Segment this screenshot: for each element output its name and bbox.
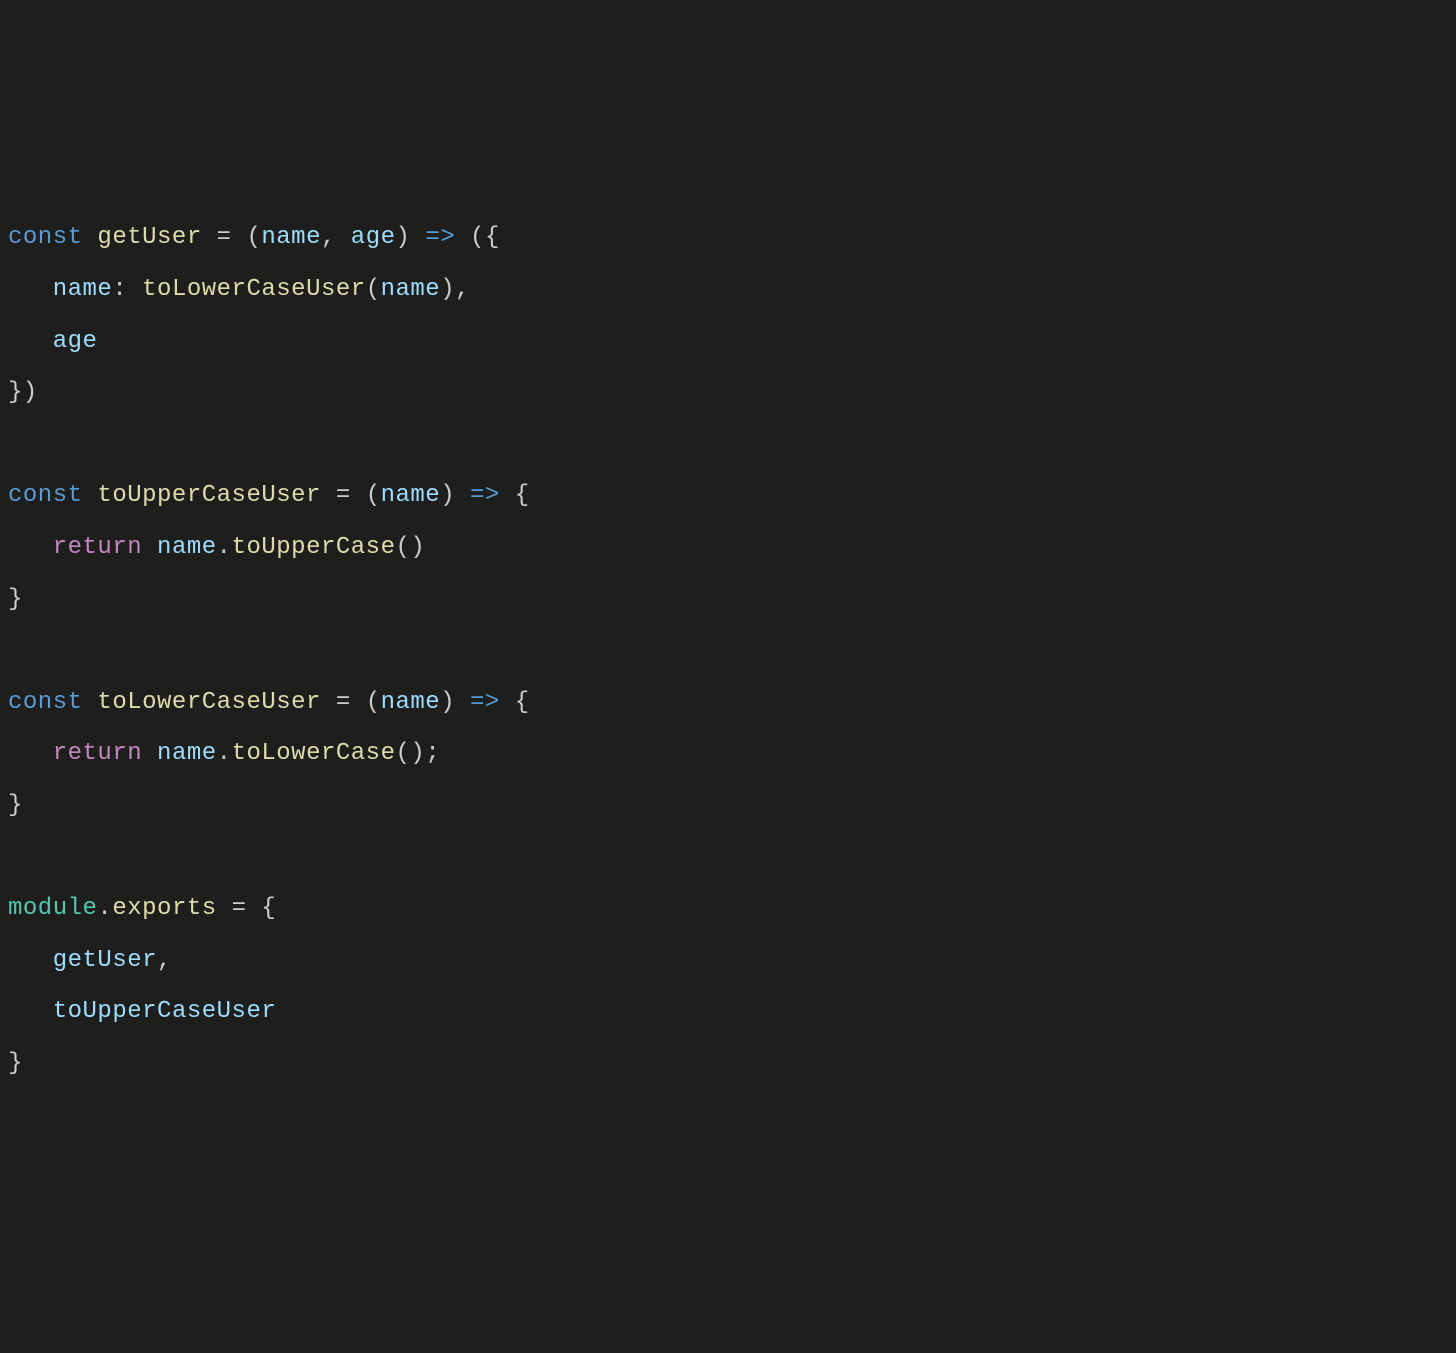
- keyword-const: const: [8, 224, 83, 251]
- code-line: return name.toLowerCase();: [8, 740, 440, 767]
- comma: ,: [157, 947, 172, 974]
- dot: .: [217, 740, 232, 767]
- function-name: getUser: [97, 224, 201, 251]
- code-line: const getUser = (name, age) => ({: [8, 224, 500, 251]
- comma: ,: [455, 276, 470, 303]
- paren-open: (: [366, 689, 381, 716]
- paren-close: ): [440, 689, 455, 716]
- export-getUser: getUser: [53, 947, 157, 974]
- method-call: toLowerCase: [232, 740, 396, 767]
- code-line: name: toLowerCaseUser(name),: [8, 276, 470, 303]
- code-line: const toLowerCaseUser = (name) => {: [8, 689, 530, 716]
- code-line: getUser,: [8, 947, 172, 974]
- property-age: age: [53, 328, 98, 355]
- arrow-operator: =>: [470, 689, 500, 716]
- code-line: }): [8, 379, 38, 406]
- brace-open: {: [515, 482, 530, 509]
- paren-close: ): [440, 482, 455, 509]
- brace-close: }: [8, 1050, 23, 1077]
- property-name: name: [53, 276, 113, 303]
- code-line: const toUpperCaseUser = (name) => {: [8, 482, 530, 509]
- param-name: name: [381, 689, 441, 716]
- brace-open: {: [261, 895, 276, 922]
- paren-open: (: [366, 482, 381, 509]
- arrow-operator: =>: [425, 224, 455, 251]
- dot: .: [217, 534, 232, 561]
- parens-empty: (): [396, 534, 426, 561]
- function-name: toLowerCaseUser: [97, 689, 321, 716]
- keyword-return: return: [53, 534, 142, 561]
- code-editor[interactable]: const getUser = (name, age) => ({ name: …: [8, 212, 1448, 1089]
- code-line: toUpperCaseUser: [8, 998, 276, 1025]
- comma: ,: [321, 224, 336, 251]
- operator-equals: =: [217, 224, 232, 251]
- param-name: name: [381, 482, 441, 509]
- function-name: toUpperCaseUser: [97, 482, 321, 509]
- paren-close: ): [440, 276, 455, 303]
- operator-equals: =: [336, 482, 351, 509]
- dot: .: [97, 895, 112, 922]
- keyword-return: return: [53, 740, 142, 767]
- operator-equals: =: [336, 689, 351, 716]
- code-line: age: [8, 328, 97, 355]
- paren-open: (: [246, 224, 261, 251]
- parens-empty: (): [396, 740, 426, 767]
- colon: :: [112, 276, 127, 303]
- code-line: }: [8, 792, 23, 819]
- brace-open: {: [515, 689, 530, 716]
- export-toUpperCaseUser: toUpperCaseUser: [53, 998, 277, 1025]
- code-line: return name.toUpperCase(): [8, 534, 425, 561]
- code-line: }: [8, 586, 23, 613]
- variable-name: name: [157, 740, 217, 767]
- code-line: }: [8, 1050, 23, 1077]
- arg-name: name: [381, 276, 441, 303]
- variable-name: name: [157, 534, 217, 561]
- paren-close: ): [396, 224, 411, 251]
- arrow-operator: =>: [470, 482, 500, 509]
- keyword-const: const: [8, 482, 83, 509]
- method-call: toUpperCase: [232, 534, 396, 561]
- param-name: name: [261, 224, 321, 251]
- keyword-const: const: [8, 689, 83, 716]
- brace-close: }: [8, 586, 23, 613]
- semicolon: ;: [425, 740, 440, 767]
- param-age: age: [351, 224, 396, 251]
- operator-equals: =: [232, 895, 247, 922]
- paren-open: (: [366, 276, 381, 303]
- brace-paren-close: }): [8, 379, 38, 406]
- exports-property: exports: [112, 895, 216, 922]
- module-object: module: [8, 895, 97, 922]
- code-line: module.exports = {: [8, 895, 276, 922]
- brace-close: }: [8, 792, 23, 819]
- paren-brace-open: ({: [470, 224, 500, 251]
- function-call: toLowerCaseUser: [142, 276, 366, 303]
